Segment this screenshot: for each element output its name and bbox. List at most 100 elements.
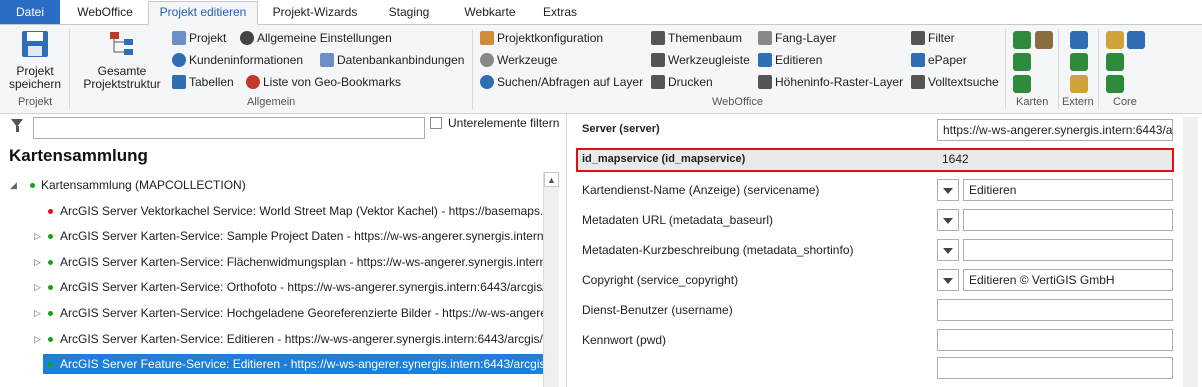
database-connections-button[interactable]: Datenbankanbindungen: [320, 51, 464, 69]
properties-scrollbar[interactable]: [1183, 117, 1198, 387]
pin-icon[interactable]: [1070, 31, 1088, 49]
save-project-button[interactable]: Projekt speichern: [6, 29, 64, 91]
werkzeuge-button[interactable]: Werkzeuge: [480, 51, 557, 69]
tree-item[interactable]: ArcGIS Server Karten-Service: Flächenwid…: [60, 252, 543, 272]
tree-item-label: Kartensammlung (MAPCOLLECTION): [41, 178, 246, 192]
geo-bookmarks-button[interactable]: Liste von Geo-Bookmarks: [246, 73, 401, 91]
height-info-raster-button[interactable]: Höheninfo-Raster-Layer: [758, 73, 903, 91]
fang-layer-button[interactable]: Fang-Layer: [758, 29, 836, 47]
panel-title: Kartensammlung: [9, 146, 148, 165]
tab-projekt-editieren[interactable]: Projekt editieren: [148, 1, 258, 25]
tree-item[interactable]: ArcGIS Server Karten-Service: Editieren …: [60, 329, 543, 349]
ribbon-item-label: Projekt: [189, 31, 227, 45]
ribbon-item-label: Liste von Geo-Bookmarks: [263, 75, 402, 89]
tree-item[interactable]: ArcGIS Server Feature-Service: Editieren…: [43, 354, 543, 375]
property-value-field[interactable]: https://w-ws-angerer.synergis.intern:644…: [937, 119, 1173, 141]
filter-button[interactable]: Filter: [911, 29, 955, 47]
map-green-icon[interactable]: [1013, 31, 1031, 49]
property-label: Metadaten URL (metadata_baseurl): [582, 213, 773, 227]
tab-webkarte[interactable]: Webkarte: [450, 0, 530, 24]
tree-item-label: ArcGIS Server Feature-Service: Editieren…: [60, 357, 543, 372]
tree-item[interactable]: ArcGIS Server Karten-Service: Sample Pro…: [60, 226, 543, 246]
project-structure-button[interactable]: Gesamte Projektstruktur: [78, 29, 166, 91]
tab-extras[interactable]: Extras: [532, 0, 588, 24]
print-icon: [651, 75, 665, 89]
filter-children-checkbox[interactable]: [430, 117, 442, 129]
layers-tree-icon: [651, 31, 665, 45]
tree-item-label: ArcGIS Server Karten-Service: Orthofoto …: [60, 280, 543, 295]
tab-staging[interactable]: Staging: [372, 0, 446, 24]
globe-bookmark-icon: [246, 75, 260, 89]
edit-icon: [758, 53, 772, 67]
ribbon-item-label: Editieren: [775, 53, 823, 67]
volltextsuche-button[interactable]: Volltextsuche: [911, 73, 999, 91]
tree-item[interactable]: ArcGIS Server Karten-Service: Hochgelade…: [60, 303, 543, 323]
drucken-button[interactable]: Drucken: [651, 73, 713, 91]
property-value-field[interactable]: [963, 209, 1173, 231]
ribbon-item-label: Werkzeugleiste: [668, 53, 750, 67]
core-settings-icon[interactable]: [1106, 53, 1124, 71]
search-query-layer-button[interactable]: Suchen/Abfragen auf Layer: [480, 73, 643, 91]
ribbon-item-label: Höheninfo-Raster-Layer: [775, 75, 904, 89]
dropdown-arrow-button[interactable]: [937, 209, 959, 231]
wrench-icon[interactable]: [1127, 31, 1145, 49]
collapsed-arrow-icon[interactable]: ▷: [34, 257, 41, 268]
collapsed-arrow-icon[interactable]: ▷: [34, 334, 41, 345]
tree-item[interactable]: Kartensammlung (MAPCOLLECTION): [41, 175, 543, 195]
tree-item-label: ArcGIS Server Vektorkachel Service: Worl…: [60, 203, 543, 218]
ribbon-item-label: Fang-Layer: [775, 31, 837, 45]
tables-button[interactable]: Tabellen: [172, 73, 234, 91]
themenbaum-button[interactable]: Themenbaum: [651, 29, 742, 47]
tab-datei[interactable]: Datei: [0, 0, 60, 24]
status-dot-icon: [30, 183, 35, 188]
property-label: id_mapservice (id_mapservice): [582, 153, 746, 165]
property-value-field[interactable]: 1642: [937, 149, 1171, 171]
ribbon-item-label: Filter: [928, 31, 955, 45]
property-value-field[interactable]: [937, 299, 1173, 321]
tree-item-label: ArcGIS Server Karten-Service: Flächenwid…: [60, 254, 543, 269]
ribbon-item-label: Suchen/Abfragen auf Layer: [497, 75, 644, 89]
ribbon-item-label: Themenbaum: [668, 31, 743, 45]
collapsed-arrow-icon[interactable]: ▷: [34, 308, 41, 319]
database-search-icon[interactable]: [1070, 75, 1088, 93]
group-separator: [472, 29, 473, 109]
tree-structure-icon: [110, 32, 133, 55]
tree-filter-input[interactable]: [33, 117, 425, 139]
dropdown-arrow-button[interactable]: [937, 179, 959, 201]
tree-scrollbar[interactable]: ▲: [543, 172, 559, 387]
werkzeugleiste-button[interactable]: Werkzeugleiste: [651, 51, 750, 69]
property-value-field[interactable]: [963, 239, 1173, 261]
map-layer-icon[interactable]: [1013, 53, 1031, 71]
tab-projekt-wizards[interactable]: Projekt-Wizards: [264, 0, 366, 24]
tools-gear-icon: [480, 53, 494, 67]
collapsed-arrow-icon[interactable]: ▷: [34, 282, 41, 293]
ribbon: Projekt speichern Projekt Gesamte Projek…: [0, 25, 1202, 114]
dropdown-arrow-button[interactable]: [937, 239, 959, 261]
tree-item[interactable]: ArcGIS Server Vektorkachel Service: Worl…: [60, 201, 543, 221]
property-value-field[interactable]: [937, 329, 1173, 351]
map-export-icon[interactable]: [1013, 75, 1031, 93]
people-icon: [172, 53, 186, 67]
map-image-icon[interactable]: [1035, 31, 1053, 49]
save-project-label: Projekt speichern: [8, 64, 62, 91]
editieren-button[interactable]: Editieren: [758, 51, 822, 69]
project-config-button[interactable]: Projektkonfiguration: [480, 29, 603, 47]
customer-info-button[interactable]: Kundeninformationen: [172, 51, 303, 69]
ribbon-item-label: Datenbankanbindungen: [337, 53, 465, 67]
epaper-button[interactable]: ePaper: [911, 51, 967, 69]
tree-item[interactable]: ArcGIS Server Karten-Service: Orthofoto …: [60, 277, 543, 297]
tab-weboffice[interactable]: WebOffice: [66, 0, 144, 24]
expanded-arrow-icon[interactable]: ◢: [10, 180, 17, 191]
ribbon-projekt-button[interactable]: Projekt: [172, 29, 226, 47]
dropdown-arrow-button[interactable]: [937, 269, 959, 291]
property-value-field[interactable]: [937, 357, 1173, 379]
location-icon[interactable]: [1070, 53, 1088, 71]
collapsed-arrow-icon[interactable]: ▷: [34, 231, 41, 242]
core-search-icon[interactable]: [1106, 75, 1124, 93]
document-icon: [172, 31, 186, 45]
general-settings-button[interactable]: Allgemeine Einstellungen: [240, 29, 392, 47]
scroll-up-arrow-icon[interactable]: ▲: [544, 172, 559, 187]
core-table-icon[interactable]: [1106, 31, 1124, 49]
property-value-field[interactable]: Editieren: [963, 179, 1173, 201]
property-value-field[interactable]: Editieren © VertiGIS GmbH: [963, 269, 1173, 291]
